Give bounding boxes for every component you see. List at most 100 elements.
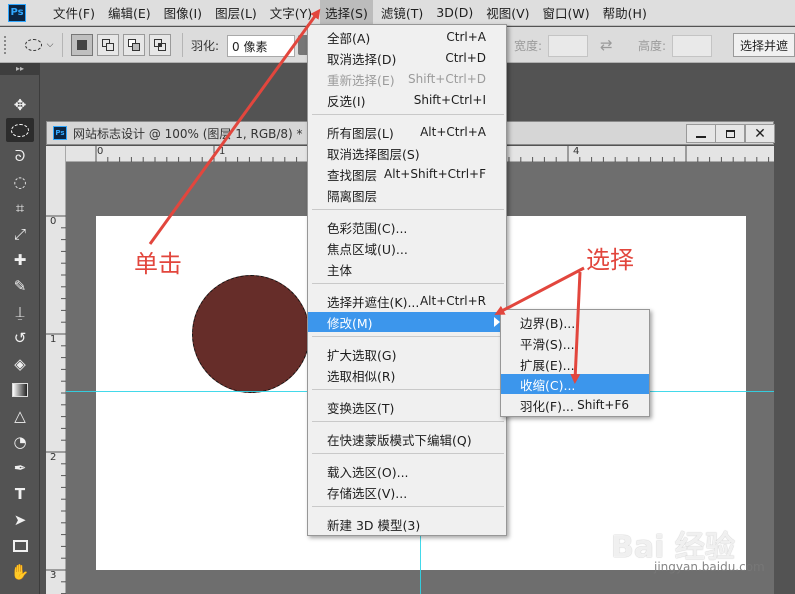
menu-item-find-layers[interactable]: 查找图层 Alt+Shift+Ctrl+F <box>308 164 506 184</box>
menu-type[interactable]: 文字(Y) <box>265 0 317 26</box>
menu-item-modify[interactable]: 修改(M) <box>308 312 506 332</box>
menu-item-label: 修改(M) <box>327 315 373 331</box>
quick-selection-tool-icon[interactable]: ◌ <box>6 170 34 194</box>
lasso-tool-icon[interactable]: ᘐ <box>6 144 34 168</box>
menu-item-label: 扩展(E)... <box>520 357 575 373</box>
panel-collapse-icon[interactable]: ▸▸ <box>0 63 40 75</box>
submenu-item-expand[interactable]: 扩展(E)... <box>501 354 649 374</box>
feather-input[interactable]: 0 像素 <box>227 35 295 57</box>
tool-preset-picker[interactable]: ⌵ <box>20 34 58 56</box>
ruler-vertical-ticks <box>46 215 66 594</box>
menu-item-isolate-layers[interactable]: 隔离图层 <box>308 185 506 205</box>
elliptical-marquee-tool-icon[interactable] <box>6 118 34 142</box>
menu-3d[interactable]: 3D(D) <box>431 0 478 26</box>
menu-image[interactable]: 图像(I) <box>159 0 207 26</box>
shortcut: Shift+F6 <box>577 398 629 412</box>
menu-separator <box>312 336 504 337</box>
menu-item-all[interactable]: 全部(A) Ctrl+A <box>308 27 506 47</box>
history-brush-tool-icon[interactable]: ↺ <box>6 326 34 350</box>
height-input[interactable] <box>672 35 712 57</box>
hand-tool-icon[interactable]: ✋ <box>6 560 34 584</box>
menu-item-select-and-mask[interactable]: 选择并遮住(K)... Alt+Ctrl+R <box>308 291 506 311</box>
annotation-choose: 选择 <box>586 246 634 274</box>
new-selection-button[interactable] <box>71 34 93 56</box>
menu-item-label: 变换选区(T) <box>327 400 395 416</box>
swap-arrows-icon[interactable]: ⇄ <box>600 35 613 55</box>
path-selection-tool-icon[interactable]: ➤ <box>6 508 34 532</box>
healing-brush-tool-icon[interactable]: ✚ <box>6 248 34 272</box>
width-label: 宽度: <box>514 38 543 53</box>
menu-item-load-selection[interactable]: 载入选区(O)... <box>308 461 506 481</box>
menu-select[interactable]: 选择(S) <box>320 0 373 26</box>
menu-window[interactable]: 窗口(W) <box>538 0 595 26</box>
shortcut: Alt+Ctrl+R <box>419 294 486 308</box>
menu-separator <box>312 114 504 115</box>
shortcut: Alt+Shift+Ctrl+F <box>384 167 486 181</box>
pen-tool-icon[interactable]: ✒ <box>6 456 34 480</box>
maximize-button[interactable] <box>715 124 745 143</box>
menu-help[interactable]: 帮助(H) <box>598 0 652 26</box>
clone-stamp-tool-icon[interactable]: ⍊ <box>6 300 34 324</box>
menu-item-label: 在快速蒙版模式下编辑(Q) <box>327 432 472 448</box>
guide-vertical[interactable] <box>420 536 421 594</box>
intersect-selection-icon <box>153 38 167 52</box>
submenu-item-smooth[interactable]: 平滑(S)... <box>501 333 649 353</box>
brush-tool-icon[interactable]: ✎ <box>6 274 34 298</box>
rectangle-tool-icon[interactable] <box>6 534 34 558</box>
subtract-from-selection-button[interactable] <box>123 34 145 56</box>
menu-item-label: 全部(A) <box>327 30 371 46</box>
menu-filter[interactable]: 滤镜(T) <box>376 0 428 26</box>
menu-item-label: 收缩(C)... <box>520 377 576 393</box>
menu-edit[interactable]: 编辑(E) <box>103 0 156 26</box>
width-input[interactable] <box>548 35 588 57</box>
feather-label: 羽化: <box>191 38 220 53</box>
menu-item-label: 选择并遮住(K)... <box>327 294 420 310</box>
type-tool-icon[interactable]: T <box>6 482 34 506</box>
add-to-selection-button[interactable] <box>97 34 119 56</box>
menu-item-subject[interactable]: 主体 <box>308 259 506 279</box>
ruler-top-label: 1 <box>219 146 226 157</box>
menu-item-inverse[interactable]: 反选(I) Shift+Ctrl+I <box>308 90 506 110</box>
menu-view[interactable]: 视图(V) <box>481 0 534 26</box>
intersect-selection-button[interactable] <box>149 34 171 56</box>
menu-item-transform-selection[interactable]: 变换选区(T) <box>308 397 506 417</box>
options-bar-grip[interactable] <box>4 36 14 54</box>
new-selection-icon <box>77 40 87 50</box>
blur-tool-icon[interactable]: △ <box>6 404 34 428</box>
menu-item-save-selection[interactable]: 存储选区(V)... <box>308 482 506 502</box>
menu-layer[interactable]: 图层(L) <box>210 0 262 26</box>
menu-item-deselect-layers[interactable]: 取消选择图层(S) <box>308 143 506 163</box>
maximize-icon <box>725 129 735 138</box>
menu-separator <box>312 506 504 507</box>
document-tab[interactable]: Ps 网站标志设计 @ 100% (图层 1, RGB/8) * <box>47 121 303 145</box>
move-tool-icon[interactable]: ✥ <box>6 93 34 117</box>
submenu-item-border[interactable]: 边界(B)... <box>501 312 649 332</box>
menu-item-label: 所有图层(L) <box>327 125 394 141</box>
menu-separator <box>312 209 504 210</box>
close-button[interactable]: ✕ <box>745 124 775 143</box>
menu-item-new-3d-model[interactable]: 新建 3D 模型(3) <box>308 514 506 534</box>
modify-submenu: 边界(B)... 平滑(S)... 扩展(E)... 收缩(C)... 羽化(F… <box>500 309 650 417</box>
menu-item-similar[interactable]: 选取相似(R) <box>308 365 506 385</box>
menu-separator <box>312 421 504 422</box>
eraser-tool-icon[interactable]: ◈ <box>6 352 34 376</box>
eyedropper-tool-icon[interactable]: ⤢ <box>6 222 34 246</box>
circle-selection[interactable] <box>192 275 310 393</box>
crop-tool-icon[interactable]: ⌗ <box>6 196 34 220</box>
gradient-tool-icon[interactable] <box>6 378 34 402</box>
ruler-left-label: 1 <box>50 334 57 345</box>
menu-item-deselect[interactable]: 取消选择(D) Ctrl+D <box>308 48 506 68</box>
menu-item-grow[interactable]: 扩大选取(G) <box>308 344 506 364</box>
submenu-item-feather[interactable]: 羽化(F)... Shift+F6 <box>501 395 649 415</box>
menu-item-focus-area[interactable]: 焦点区域(U)... <box>308 238 506 258</box>
dodge-tool-icon[interactable]: ◔ <box>6 430 34 454</box>
menu-item-color-range[interactable]: 色彩范围(C)... <box>308 217 506 237</box>
ruler-top-label: 0 <box>97 146 104 157</box>
submenu-item-contract[interactable]: 收缩(C)... <box>501 374 649 394</box>
ruler-vertical[interactable]: 0 1 2 3 <box>46 146 66 594</box>
select-and-mask-button[interactable]: 选择并遮 <box>733 33 795 57</box>
menu-item-all-layers[interactable]: 所有图层(L) Alt+Ctrl+A <box>308 122 506 142</box>
menu-file[interactable]: 文件(F) <box>48 0 100 26</box>
menu-item-quick-mask[interactable]: 在快速蒙版模式下编辑(Q) <box>308 429 506 449</box>
minimize-button[interactable] <box>686 124 716 143</box>
